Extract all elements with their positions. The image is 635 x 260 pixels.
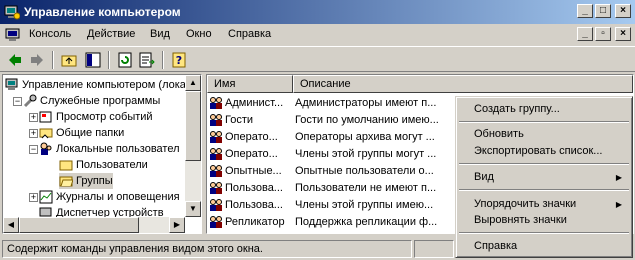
submenu-arrow-icon: ▶ [615, 173, 622, 182]
menu-item-arrange-icons[interactable]: Упорядочить значки [474, 196, 576, 212]
tree-item-shared-folders[interactable]: Общие папки [39, 125, 124, 141]
menu-item-help[interactable]: Справка [474, 238, 517, 254]
submenu-arrow-icon: ▶ [615, 200, 622, 209]
scroll-up-button[interactable]: ▲ [185, 75, 201, 91]
title-bar: Управление компьютером _ □ × [0, 0, 635, 24]
status-text: Содержит команды управления видом этого … [2, 240, 412, 258]
context-menu: Создать группу... Обновить Экспортироват… [455, 96, 633, 258]
tree-collapse-toggle[interactable]: − [29, 145, 38, 154]
menu-item-export-list[interactable]: Экспортировать список... [474, 143, 602, 159]
computer-management-icon [5, 78, 18, 91]
menu-separator [459, 189, 629, 191]
minimize-button[interactable]: _ [577, 4, 593, 18]
group-icon [210, 165, 222, 178]
help-icon[interactable]: ? [170, 51, 188, 69]
forward-arrow-icon[interactable] [28, 51, 46, 69]
console-icon [5, 28, 20, 41]
menu-item-refresh[interactable]: Обновить [474, 126, 524, 142]
toolbar-separator [162, 51, 164, 69]
tree-item-users[interactable]: Пользователи [59, 157, 148, 173]
menu-item-view[interactable]: Вид [474, 169, 494, 185]
console-tree: Управление компьютером (лока − Служебные… [2, 74, 202, 234]
mdi-restore-button[interactable]: ▫ [595, 27, 611, 41]
users-icon [40, 142, 52, 156]
tree-item-groups[interactable]: Группы [59, 173, 113, 189]
column-header-description[interactable]: Описание [293, 75, 633, 93]
open-folder-icon [59, 176, 73, 187]
export-list-icon[interactable] [138, 51, 156, 69]
tree-horizontal-scrollbar[interactable]: ◀ ▶ [3, 217, 185, 233]
menu-console[interactable]: Консоль [29, 28, 71, 40]
menu-item-align-icons[interactable]: Выровнять значки [474, 212, 567, 228]
scroll-thumb[interactable] [185, 91, 201, 161]
toolbar-separator [108, 51, 110, 69]
event-viewer-icon [39, 111, 52, 123]
close-button[interactable]: × [615, 4, 631, 18]
computer-management-icon [4, 5, 20, 20]
show-hide-tree-icon[interactable] [84, 51, 102, 69]
tree-item-event-viewer[interactable]: Просмотр событий [39, 109, 153, 125]
menu-view[interactable]: Вид [150, 28, 170, 40]
menu-separator [459, 121, 629, 123]
performance-logs-icon [39, 190, 53, 204]
scroll-down-button[interactable]: ▼ [185, 201, 201, 217]
menu-window[interactable]: Окно [186, 28, 212, 40]
tree-expand-toggle[interactable]: + [29, 193, 38, 202]
tree-item-system-tools[interactable]: Служебные программы [23, 93, 160, 109]
status-panel [414, 240, 454, 258]
tree-item-local-users[interactable]: Локальные пользовател [39, 141, 180, 157]
toolbar: ? [0, 46, 635, 72]
group-icon [210, 114, 222, 127]
tree-item-computer-management[interactable]: Управление компьютером (лока [5, 77, 186, 93]
column-header-name[interactable]: Имя [207, 75, 293, 93]
menu-item-create-group[interactable]: Создать группу... [474, 101, 560, 117]
window-title: Управление компьютером [24, 5, 181, 19]
tools-icon [23, 94, 37, 108]
menu-separator [459, 163, 629, 165]
toolbar-separator [52, 51, 54, 69]
group-icon [210, 182, 222, 195]
group-icon [210, 97, 222, 110]
menu-help[interactable]: Справка [228, 28, 271, 40]
svg-text:?: ? [176, 54, 182, 67]
group-icon [210, 148, 222, 161]
tree-collapse-toggle[interactable]: − [13, 97, 22, 106]
back-arrow-icon[interactable] [6, 51, 24, 69]
tree-item-logs-alerts[interactable]: Журналы и оповещения [39, 189, 180, 205]
shared-folder-icon [39, 128, 53, 139]
maximize-button[interactable]: □ [595, 4, 611, 18]
tree-vertical-scrollbar[interactable]: ▲ ▼ [185, 75, 201, 217]
menu-action[interactable]: Действие [87, 28, 135, 40]
group-icon [210, 199, 222, 212]
menu-separator [459, 232, 629, 234]
mdi-close-button[interactable]: × [615, 27, 631, 41]
scroll-thumb[interactable] [19, 217, 139, 233]
up-folder-icon[interactable] [60, 51, 78, 69]
group-icon [210, 131, 222, 144]
scroll-left-button[interactable]: ◀ [3, 217, 19, 233]
folder-icon [59, 160, 73, 171]
menu-bar: Консоль Действие Вид Окно Справка [0, 24, 635, 46]
tree-expand-toggle[interactable]: + [29, 129, 38, 138]
group-icon [210, 216, 222, 229]
refresh-icon[interactable] [116, 51, 134, 69]
tree-expand-toggle[interactable]: + [29, 113, 38, 122]
mdi-minimize-button[interactable]: _ [577, 27, 593, 41]
scroll-right-button[interactable]: ▶ [169, 217, 185, 233]
